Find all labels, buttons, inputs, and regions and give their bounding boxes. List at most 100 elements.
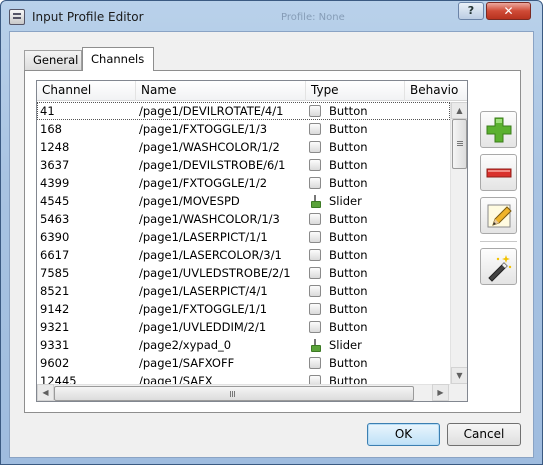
scroll-down-button[interactable]: ▼	[451, 367, 467, 384]
cell-type-label: Button	[329, 140, 368, 154]
background-window-title: Profile: None	[281, 12, 345, 23]
cell-channel: 41	[40, 104, 55, 118]
help-button[interactable]: ?	[458, 2, 484, 20]
cell-name: /page1/MOVESPD	[139, 194, 240, 208]
cell-channel: 7585	[40, 266, 70, 280]
cell-channel: 9321	[40, 320, 70, 334]
cell-type-label: Button	[329, 248, 368, 262]
table-row[interactable]: 168/page1/FXTOGGLE/1/3 Button	[37, 120, 450, 138]
cell-name: /page1/FXTOGGLE/1/3	[139, 122, 268, 136]
channels-tab-pane: Channel Name Type Behavio 41/page1/DEVIL…	[24, 70, 521, 413]
cell-name: /page1/SAFX	[139, 374, 213, 384]
cell-channel: 4399	[40, 176, 70, 190]
column-header-type[interactable]: Type	[306, 81, 405, 101]
table-row[interactable]: 9602/page1/SAFXOFF Button	[37, 354, 450, 372]
magic-wand-icon	[488, 255, 512, 282]
cell-name: /page1/LASERPICT/1/1	[139, 230, 268, 244]
cell-type-label: Button	[329, 122, 368, 136]
scroll-right-button[interactable]: ▶	[432, 384, 449, 401]
slider-icon	[309, 339, 321, 352]
ok-button[interactable]: OK	[367, 423, 440, 446]
column-header-behavior[interactable]: Behavio	[405, 81, 467, 101]
cell-type-label: Button	[329, 176, 368, 190]
button-icon	[309, 231, 321, 243]
table-row[interactable]: 6390/page1/LASERPICT/1/1 Button	[37, 228, 450, 246]
tab-channels[interactable]: Channels	[82, 47, 154, 71]
button-icon	[309, 159, 321, 171]
cell-name: /page1/UVLEDSTROBE/2/1	[139, 266, 291, 280]
cell-channel: 3637	[40, 158, 70, 172]
cell-name: /page1/SAFXOFF	[139, 356, 235, 370]
close-button[interactable]: ✕	[486, 2, 531, 20]
plus-icon	[486, 117, 512, 143]
cell-name: /page1/DEVILSTROBE/6/1	[139, 158, 286, 172]
cell-type-label: Button	[329, 230, 368, 244]
table-row[interactable]: 4399/page1/FXTOGGLE/1/2 Button	[37, 174, 450, 192]
button-icon	[309, 357, 321, 369]
cell-name: /page1/WASHCOLOR/1/3	[139, 212, 280, 226]
add-channel-button[interactable]	[480, 111, 517, 148]
table-row[interactable]: 6617/page1/LASERCOLOR/3/1 Button	[37, 246, 450, 264]
cell-channel: 12445	[40, 374, 77, 384]
wizard-button[interactable]	[480, 248, 517, 285]
button-icon	[309, 105, 321, 117]
button-icon	[309, 375, 321, 384]
table-header: Channel Name Type Behavio	[37, 81, 467, 101]
cell-channel: 8521	[40, 284, 70, 298]
cancel-button[interactable]: Cancel	[447, 423, 521, 446]
table-row[interactable]: 9331/page2/xypad_0 Slider	[37, 336, 450, 354]
table-row[interactable]: 41/page1/DEVILROTATE/4/1 Button	[37, 102, 450, 120]
minus-icon	[486, 168, 512, 178]
horizontal-scrollbar[interactable]: ◀ ▶	[37, 384, 450, 401]
table-row[interactable]: 3637/page1/DEVILSTROBE/6/1 Button	[37, 156, 450, 174]
cell-name: /page1/FXTOGGLE/1/2	[139, 176, 268, 190]
cell-type-label: Button	[329, 374, 368, 384]
cell-channel: 4545	[40, 194, 70, 208]
button-icon	[309, 141, 321, 153]
slider-icon	[309, 195, 321, 208]
table-row[interactable]: 1248/page1/WASHCOLOR/1/2 Button	[37, 138, 450, 156]
button-icon	[309, 285, 321, 297]
input-profile-editor-window: Input Profile Editor Profile: None ? ✕ G…	[0, 0, 543, 465]
cell-type-label: Button	[329, 212, 368, 226]
table-row[interactable]: 9321/page1/UVLEDDIM/2/1 Button	[37, 318, 450, 336]
cell-channel: 168	[40, 122, 62, 136]
remove-channel-button[interactable]	[480, 154, 517, 191]
cell-name: /page1/LASERPICT/4/1	[139, 284, 268, 298]
button-icon	[309, 321, 321, 333]
table-row[interactable]: 12445/page1/SAFX Button	[37, 372, 450, 384]
edit-channel-button[interactable]	[480, 197, 517, 234]
column-header-channel[interactable]: Channel	[37, 81, 136, 101]
button-icon	[309, 249, 321, 261]
column-header-name[interactable]: Name	[136, 81, 306, 101]
scroll-up-button[interactable]: ▲	[451, 102, 467, 119]
vertical-scroll-thumb[interactable]	[452, 119, 467, 169]
horizontal-scroll-thumb[interactable]	[54, 386, 414, 401]
table-row[interactable]: 5463/page1/WASHCOLOR/1/3 Button	[37, 210, 450, 228]
tab-general[interactable]: General	[24, 50, 82, 70]
cell-name: /page1/FXTOGGLE/1/1	[139, 302, 268, 316]
cell-channel: 9602	[40, 356, 70, 370]
window-title: Input Profile Editor	[32, 10, 144, 24]
table-row[interactable]: 8521/page1/LASERPICT/4/1 Button	[37, 282, 450, 300]
channels-table[interactable]: Channel Name Type Behavio 41/page1/DEVIL…	[36, 80, 468, 402]
table-row[interactable]: 9142/page1/FXTOGGLE/1/1 Button	[37, 300, 450, 318]
cell-name: /page1/WASHCOLOR/1/2	[139, 140, 280, 154]
cell-name: /page1/LASERCOLOR/3/1	[139, 248, 282, 262]
table-row[interactable]: 7585/page1/UVLEDSTROBE/2/1 Button	[37, 264, 450, 282]
cell-type-label: Slider	[329, 338, 362, 352]
pencil-icon	[487, 204, 512, 228]
cell-type-label: Button	[329, 266, 368, 280]
table-body: 41/page1/DEVILROTATE/4/1 Button 168/page1/…	[37, 102, 450, 384]
vertical-scrollbar[interactable]: ▲ ▼	[450, 102, 467, 384]
button-icon	[309, 177, 321, 189]
table-row[interactable]: 4545/page1/MOVESPD Slider	[37, 192, 450, 210]
scroll-left-button[interactable]: ◀	[37, 384, 54, 401]
cell-name: /page1/DEVILROTATE/4/1	[139, 104, 284, 118]
cell-type-label: Button	[329, 320, 368, 334]
app-icon	[9, 9, 25, 25]
cell-name: /page1/UVLEDDIM/2/1	[139, 320, 267, 334]
cell-channel: 5463	[40, 212, 70, 226]
title-bar[interactable]: Input Profile Editor Profile: None ? ✕	[1, 1, 542, 31]
cell-type-label: Slider	[329, 194, 362, 208]
